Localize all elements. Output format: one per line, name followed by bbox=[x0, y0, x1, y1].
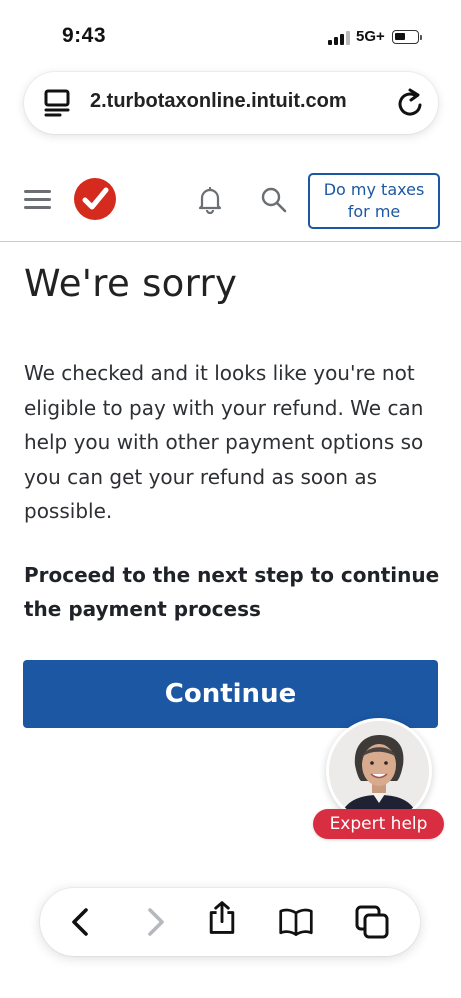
battery-tip bbox=[420, 35, 422, 40]
tab-layout-icon[interactable] bbox=[44, 89, 70, 117]
do-my-taxes-label-line1: Do my taxes bbox=[323, 180, 425, 199]
status-time: 9:43 bbox=[62, 24, 107, 47]
site-header: Do my taxes for me bbox=[0, 160, 461, 242]
checkmark-icon bbox=[82, 187, 109, 210]
network-type: 5G+ bbox=[356, 28, 385, 45]
browser-toolbar bbox=[40, 888, 420, 956]
bookmarks-icon[interactable] bbox=[278, 904, 314, 940]
cellular-signal-icon bbox=[328, 31, 350, 45]
turbotax-logo[interactable] bbox=[74, 178, 116, 220]
tabs-icon[interactable] bbox=[354, 904, 390, 940]
forward-icon[interactable] bbox=[136, 904, 172, 940]
reload-icon[interactable] bbox=[396, 88, 424, 118]
search-icon[interactable] bbox=[260, 186, 288, 214]
next-step-instruction: Proceed to the next step to continue the… bbox=[24, 563, 440, 621]
address-bar[interactable]: 2.turbotaxonline.intuit.com bbox=[24, 72, 438, 134]
do-my-taxes-button[interactable]: Do my taxes for me bbox=[308, 173, 440, 229]
ineligible-message: We checked and it looks like you're not … bbox=[24, 361, 424, 523]
hamburger-menu-icon[interactable] bbox=[24, 190, 51, 210]
status-bar: 9:43 5G+ bbox=[0, 0, 461, 70]
share-icon[interactable] bbox=[204, 900, 240, 936]
expert-portrait-icon bbox=[329, 721, 429, 821]
url-text[interactable]: 2.turbotaxonline.intuit.com bbox=[90, 90, 347, 113]
page-title: We're sorry bbox=[24, 262, 238, 305]
expert-help-badge[interactable]: Expert help bbox=[313, 809, 444, 839]
bell-icon[interactable] bbox=[197, 186, 223, 214]
back-icon[interactable] bbox=[64, 904, 100, 940]
battery-icon bbox=[392, 30, 419, 44]
do-my-taxes-label-line2: for me bbox=[347, 202, 401, 221]
